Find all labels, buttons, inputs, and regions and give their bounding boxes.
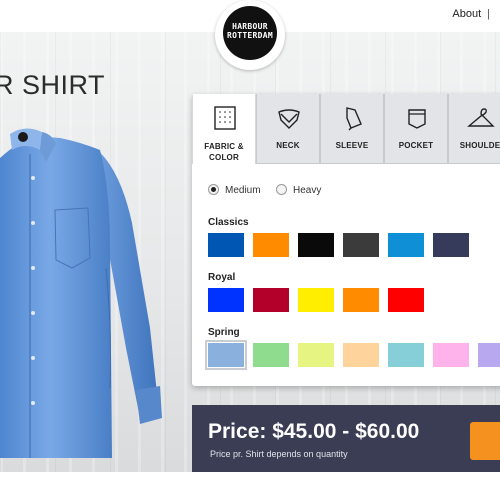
radio-heavy[interactable]: Heavy: [276, 184, 321, 196]
hanger-icon: [467, 108, 495, 127]
color-swatch[interactable]: [433, 343, 469, 367]
radio-button-checked[interactable]: [208, 184, 219, 195]
color-swatch[interactable]: [298, 233, 334, 257]
tab-label: SHOULDE: [459, 141, 500, 150]
page-title: R SHIRT: [0, 70, 106, 100]
color-swatch[interactable]: [388, 233, 424, 257]
price-bar: Price: $45.00 - $60.00 Price pr. Shirt d…: [192, 405, 500, 472]
color-swatch[interactable]: [343, 288, 379, 312]
group-title-royal: Royal: [208, 272, 236, 283]
about-link[interactable]: About: [452, 8, 481, 20]
tab-sleeve[interactable]: SLEEVE: [320, 94, 384, 164]
color-swatch[interactable]: [208, 288, 244, 312]
color-swatch[interactable]: [343, 343, 379, 367]
tab-fabric-color[interactable]: FABRIC & COLOR: [192, 94, 256, 164]
tab-label-line2: COLOR: [209, 153, 239, 162]
color-swatch[interactable]: [298, 288, 334, 312]
color-swatch[interactable]: [433, 233, 469, 257]
color-swatch[interactable]: [388, 288, 424, 312]
logo-text-line2: ROTTERDAM: [226, 31, 274, 40]
color-swatch[interactable]: [478, 343, 500, 367]
tab-label-line1: FABRIC &: [204, 142, 244, 151]
configurator-panel: FABRIC & COLOR NECK SLEEVE POCKET SHOULD…: [192, 94, 500, 386]
shirt-image: [0, 128, 162, 458]
page: About | HARBOUR ROTTERDAM R SHIRT FABRIC…: [0, 0, 500, 500]
radio-medium[interactable]: Medium: [208, 184, 261, 196]
color-swatch[interactable]: [253, 233, 289, 257]
color-swatch[interactable]: [298, 343, 334, 367]
color-swatch[interactable]: [343, 233, 379, 257]
nav-separator: |: [487, 8, 490, 20]
collar-icon: [278, 109, 300, 129]
tab-label: POCKET: [398, 141, 434, 150]
color-swatch[interactable]: [253, 288, 289, 312]
pocket-icon: [408, 109, 426, 129]
tab-shoulder[interactable]: SHOULDE: [448, 94, 500, 164]
color-swatch[interactable]: [388, 343, 424, 367]
logo-text-line1: HARBOUR: [232, 22, 268, 31]
group-title-spring: Spring: [208, 327, 240, 338]
sleeve-icon: [346, 107, 362, 131]
radio-label: Medium: [225, 185, 261, 196]
tab-label: NECK: [276, 141, 300, 150]
tab-bar: FABRIC & COLOR NECK SLEEVE POCKET SHOULD…: [192, 94, 500, 164]
tab-neck[interactable]: NECK: [256, 94, 320, 164]
add-to-cart-button[interactable]: [470, 422, 500, 460]
fabric-icon: [214, 106, 236, 130]
color-swatch[interactable]: [208, 233, 244, 257]
color-swatch[interactable]: [253, 343, 289, 367]
price-range: Price: $45.00 - $60.00: [208, 420, 420, 443]
tab-label: SLEEVE: [335, 141, 369, 150]
radio-button[interactable]: [276, 184, 287, 195]
brand-logo[interactable]: HARBOUR ROTTERDAM: [215, 0, 285, 70]
group-title-classics: Classics: [208, 217, 249, 228]
color-swatch[interactable]: [205, 340, 247, 370]
radio-label: Heavy: [293, 185, 322, 196]
price-note: Price pr. Shirt depends on quantity: [210, 449, 348, 459]
tab-label: FABRIC & COLOR: [193, 141, 255, 163]
nav-about: About |: [452, 8, 490, 20]
footer-strip: [0, 472, 500, 500]
tab-pocket[interactable]: POCKET: [384, 94, 448, 164]
logo-emblem: HARBOUR ROTTERDAM: [223, 6, 277, 60]
